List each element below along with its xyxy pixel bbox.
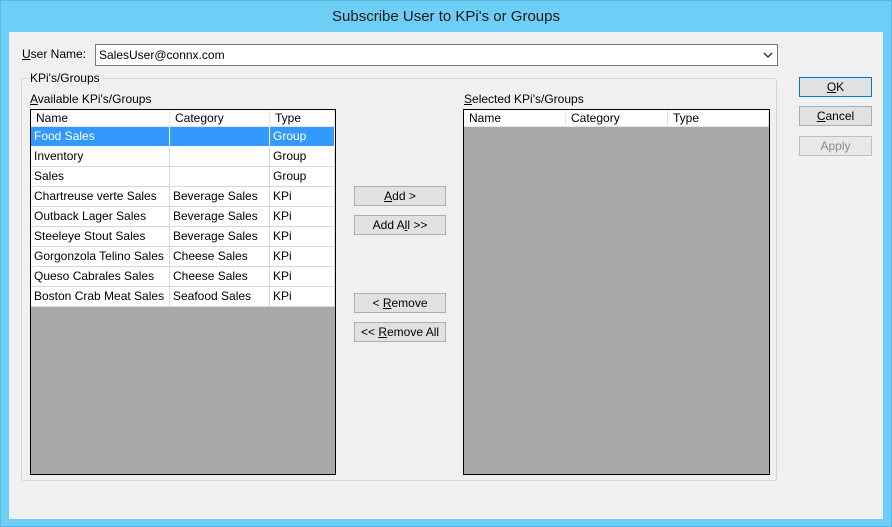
- available-list-row[interactable]: Boston Crab Meat Sales Seafood Sales KPi: [31, 287, 335, 307]
- row-type: KPi: [270, 247, 335, 267]
- row-category: [170, 147, 270, 167]
- available-list-row[interactable]: Gorgonzola Telino Sales Cheese Sales KPi: [31, 247, 335, 267]
- row-category: Beverage Sales: [170, 207, 270, 227]
- row-category: Cheese Sales: [170, 267, 270, 287]
- row-name: Outback Lager Sales: [31, 207, 170, 227]
- row-name: Food Sales: [31, 127, 170, 147]
- row-category: Cheese Sales: [170, 247, 270, 267]
- row-name: Chartreuse verte Sales: [31, 187, 170, 207]
- user-name-label-mnemonic: U: [22, 47, 31, 61]
- available-list-row[interactable]: Sales Group: [31, 167, 335, 187]
- row-category: Beverage Sales: [170, 187, 270, 207]
- remove-button[interactable]: < Remove: [354, 293, 446, 313]
- available-col-type[interactable]: Type: [270, 110, 335, 127]
- row-type: Group: [270, 147, 335, 167]
- selected-col-name[interactable]: Name: [464, 110, 566, 127]
- row-name: Steeleye Stout Sales: [31, 227, 170, 247]
- available-list-label: Available KPi's/Groups: [30, 92, 151, 106]
- available-list-row[interactable]: Inventory Group: [31, 147, 335, 167]
- window-title: Subscribe User to KPi's or Groups: [332, 8, 560, 25]
- row-type: Group: [270, 127, 335, 147]
- selected-col-category[interactable]: Category: [566, 110, 668, 127]
- available-list-row[interactable]: Chartreuse verte Sales Beverage Sales KPi: [31, 187, 335, 207]
- selected-label-mnemonic: S: [464, 92, 473, 106]
- remove-all-button[interactable]: << Remove All: [354, 322, 446, 342]
- selected-list-header: Name Category Type: [464, 110, 769, 127]
- available-col-name[interactable]: Name: [31, 110, 170, 127]
- selected-list[interactable]: Name Category Type: [463, 109, 770, 475]
- add-button[interactable]: Add >: [354, 186, 446, 206]
- dialog-client: User Name: SalesUser@connx.com KPi's/Gro…: [9, 32, 883, 519]
- available-list-row[interactable]: Food Sales Group: [31, 127, 335, 147]
- user-name-label-text: ser Name:: [30, 47, 87, 61]
- user-name-label: User Name:: [22, 47, 86, 61]
- chevron-down-icon[interactable]: [762, 49, 774, 61]
- row-type: KPi: [270, 187, 335, 207]
- apply-button[interactable]: Apply: [799, 136, 872, 156]
- ok-button[interactable]: OK: [799, 77, 872, 97]
- selected-list-label: Selected KPi's/Groups: [464, 92, 584, 106]
- row-type: Group: [270, 167, 335, 187]
- row-name: Inventory: [31, 147, 170, 167]
- selected-label-text: elected KPi's/Groups: [472, 92, 584, 106]
- row-category: [170, 167, 270, 187]
- available-col-category[interactable]: Category: [170, 110, 270, 127]
- available-list-header: Name Category Type: [31, 110, 335, 127]
- row-type: KPi: [270, 227, 335, 247]
- add-all-button[interactable]: Add All >>: [354, 215, 446, 235]
- row-name: Sales: [31, 167, 170, 187]
- user-name-combobox[interactable]: SalesUser@connx.com: [95, 44, 778, 66]
- available-label-mnemonic: A: [30, 92, 38, 106]
- selected-col-type[interactable]: Type: [668, 110, 769, 127]
- user-name-value: SalesUser@connx.com: [99, 48, 225, 62]
- available-list-row[interactable]: Outback Lager Sales Beverage Sales KPi: [31, 207, 335, 227]
- available-label-text: vailable KPi's/Groups: [37, 92, 152, 106]
- row-type: KPi: [270, 207, 335, 227]
- available-list-row[interactable]: Queso Cabrales Sales Cheese Sales KPi: [31, 267, 335, 287]
- row-type: KPi: [270, 267, 335, 287]
- available-list-row[interactable]: Steeleye Stout Sales Beverage Sales KPi: [31, 227, 335, 247]
- available-list[interactable]: Name Category Type Food Sales Group Invent…: [30, 109, 336, 475]
- row-type: KPi: [270, 287, 335, 307]
- row-category: Beverage Sales: [170, 227, 270, 247]
- row-name: Boston Crab Meat Sales: [31, 287, 170, 307]
- row-category: [170, 127, 270, 147]
- kpis-groups-title: KPi's/Groups: [29, 71, 101, 85]
- dialog-window: Subscribe User to KPi's or Groups User N…: [0, 0, 892, 527]
- row-name: Gorgonzola Telino Sales: [31, 247, 170, 267]
- row-name: Queso Cabrales Sales: [31, 267, 170, 287]
- cancel-button[interactable]: Cancel: [799, 106, 872, 126]
- row-category: Seafood Sales: [170, 287, 270, 307]
